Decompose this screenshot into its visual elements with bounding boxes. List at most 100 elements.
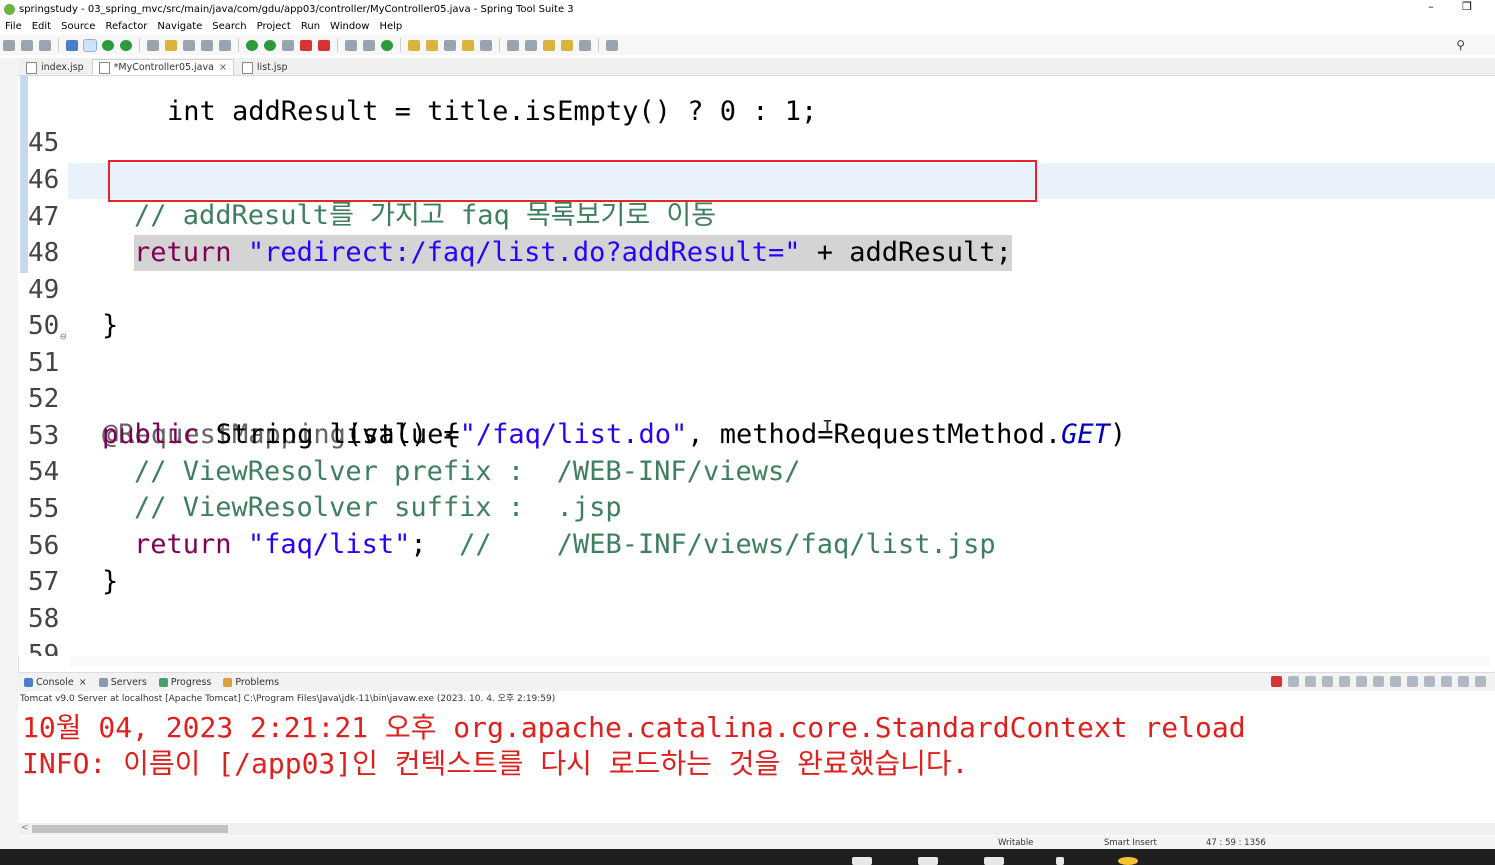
jsp-file-icon <box>241 61 253 74</box>
back-icon[interactable] <box>561 39 573 51</box>
close-icon[interactable]: × <box>219 62 227 73</box>
minimize-button[interactable]: – <box>1413 0 1449 13</box>
show-on-output-icon[interactable] <box>1373 676 1384 687</box>
menu-project[interactable]: Project <box>252 21 296 32</box>
scroll-lock-icon[interactable] <box>1339 676 1350 687</box>
editor-tabs: index.jsp *MyController05.java × list.js… <box>18 58 1495 76</box>
tab-progress[interactable]: Progress <box>153 677 218 688</box>
tab-servers[interactable]: Servers <box>93 677 153 688</box>
word-wrap-icon[interactable] <box>1356 676 1367 687</box>
toolbar-separator <box>139 38 140 52</box>
minimize-view-icon[interactable] <box>1458 676 1469 687</box>
restore-button[interactable]: ❐ <box>1449 0 1485 13</box>
console-toolbar <box>1268 676 1489 687</box>
code-line: 59 <box>18 601 1495 656</box>
new-class-icon[interactable] <box>381 39 393 51</box>
toolbar-separator <box>400 38 401 52</box>
new-java-project-icon[interactable] <box>345 39 357 51</box>
word-wrap-icon[interactable] <box>201 39 213 51</box>
menu-navigate[interactable]: Navigate <box>152 21 207 32</box>
next-annotation-icon[interactable] <box>507 39 519 51</box>
new-icon[interactable] <box>3 39 15 51</box>
status-bar: Writable Smart Insert 47 : 59 : 1356 <box>0 836 1495 849</box>
tab-index-jsp[interactable]: index.jsp <box>20 60 90 75</box>
tab-problems[interactable]: Problems <box>217 677 285 688</box>
forward-icon[interactable] <box>579 39 591 51</box>
console-description: Tomcat v9.0 Server at localhost [Apache … <box>18 691 1495 705</box>
tab-label: Progress <box>170 676 212 688</box>
os-taskbar <box>0 849 1495 865</box>
console-horizontal-scrollbar[interactable]: < <box>18 823 1495 835</box>
block-selection-icon[interactable] <box>183 39 195 51</box>
debug-icon[interactable] <box>246 39 258 51</box>
console-icon <box>24 677 33 687</box>
menu-window[interactable]: Window <box>325 21 374 32</box>
previous-annotation-icon[interactable] <box>525 39 537 51</box>
close-icon[interactable]: × <box>79 677 87 688</box>
tab-label: index.jsp <box>41 62 84 73</box>
external-tools-icon[interactable] <box>318 39 330 51</box>
highlight-icon[interactable] <box>165 39 177 51</box>
taskbar-app-icon[interactable] <box>852 857 872 865</box>
terminate-icon[interactable] <box>1271 676 1282 687</box>
pin-editor-icon[interactable] <box>606 39 618 51</box>
code-line: 45 <box>18 89 1495 158</box>
taskbar-app-icon[interactable] <box>918 857 938 865</box>
code-line: 53 // ViewResolver prefix : /WEB-INF/vie… <box>18 382 1495 487</box>
open-folder-icon[interactable] <box>462 39 474 51</box>
open-type-icon[interactable] <box>408 39 420 51</box>
mark-occurrences-icon[interactable] <box>83 38 97 52</box>
tab-label: Servers <box>110 676 147 688</box>
tab-console[interactable]: Console × <box>18 677 93 688</box>
save-all-icon[interactable] <box>39 39 51 51</box>
search-toolbar-icon[interactable] <box>444 39 456 51</box>
globe-icon[interactable] <box>480 39 492 51</box>
refresh-icon[interactable] <box>120 39 132 51</box>
tab-mycontroller05-java[interactable]: *MyController05.java × <box>91 59 234 75</box>
menu-source[interactable]: Source <box>56 21 100 32</box>
clear-console-icon[interactable] <box>1322 676 1333 687</box>
taskbar-app-icon[interactable] <box>1118 857 1138 865</box>
last-edit-location-icon[interactable] <box>543 39 555 51</box>
console-output[interactable]: 10월 04, 2023 2:21:21 오후 org.apache.catal… <box>18 706 1495 826</box>
code-line: 60 <box>18 638 1495 656</box>
tab-label: Console <box>36 676 74 688</box>
run-icon[interactable] <box>264 39 276 51</box>
show-on-error-icon[interactable] <box>1390 676 1401 687</box>
search-icon[interactable]: ⚲ <box>1456 38 1465 52</box>
menu-refactor[interactable]: Refactor <box>100 21 152 32</box>
tab-list-jsp[interactable]: list.jsp <box>236 60 294 75</box>
main-toolbar: ⚲ <box>0 35 1495 55</box>
open-task-icon[interactable] <box>426 39 438 51</box>
editor-horizontal-scrollbar[interactable] <box>70 656 1490 666</box>
show-whitespace-icon[interactable] <box>219 39 231 51</box>
menu-bar: File Edit Source Refactor Navigate Searc… <box>0 18 1495 34</box>
pin-console-icon[interactable] <box>1407 676 1418 687</box>
console-line: 10월 04, 2023 2:21:21 오후 org.apache.catal… <box>22 711 1246 744</box>
stop-icon[interactable] <box>300 39 312 51</box>
taskbar-app-icon[interactable] <box>1056 857 1064 865</box>
menu-run[interactable]: Run <box>296 21 325 32</box>
open-console-icon[interactable] <box>1441 676 1452 687</box>
terminal-icon[interactable] <box>66 39 78 51</box>
new-package-icon[interactable] <box>363 39 375 51</box>
spring-boot-icon[interactable] <box>102 39 114 51</box>
servers-icon <box>98 677 108 687</box>
scroll-left-icon[interactable]: < <box>21 823 29 833</box>
menu-search[interactable]: Search <box>207 21 251 32</box>
taskbar-app-icon[interactable] <box>984 857 1004 865</box>
scrollbar-thumb[interactable] <box>32 825 228 833</box>
status-writable: Writable <box>998 838 1034 848</box>
code-line: 50 <box>18 272 1495 341</box>
code-line: 51 ⊖ @RequestMapping(value="/faq/list.do… <box>18 309 1495 450</box>
menu-edit[interactable]: Edit <box>27 21 56 32</box>
display-console-icon[interactable] <box>1424 676 1435 687</box>
menu-file[interactable]: File <box>0 21 27 32</box>
settings-icon[interactable] <box>1475 676 1486 687</box>
coverage-icon[interactable] <box>282 39 294 51</box>
save-icon[interactable] <box>21 39 33 51</box>
remove-all-icon[interactable] <box>1305 676 1316 687</box>
menu-help[interactable]: Help <box>374 21 407 32</box>
remove-launch-icon[interactable] <box>1288 676 1299 687</box>
toggle-breadcrumb-icon[interactable] <box>147 39 159 51</box>
